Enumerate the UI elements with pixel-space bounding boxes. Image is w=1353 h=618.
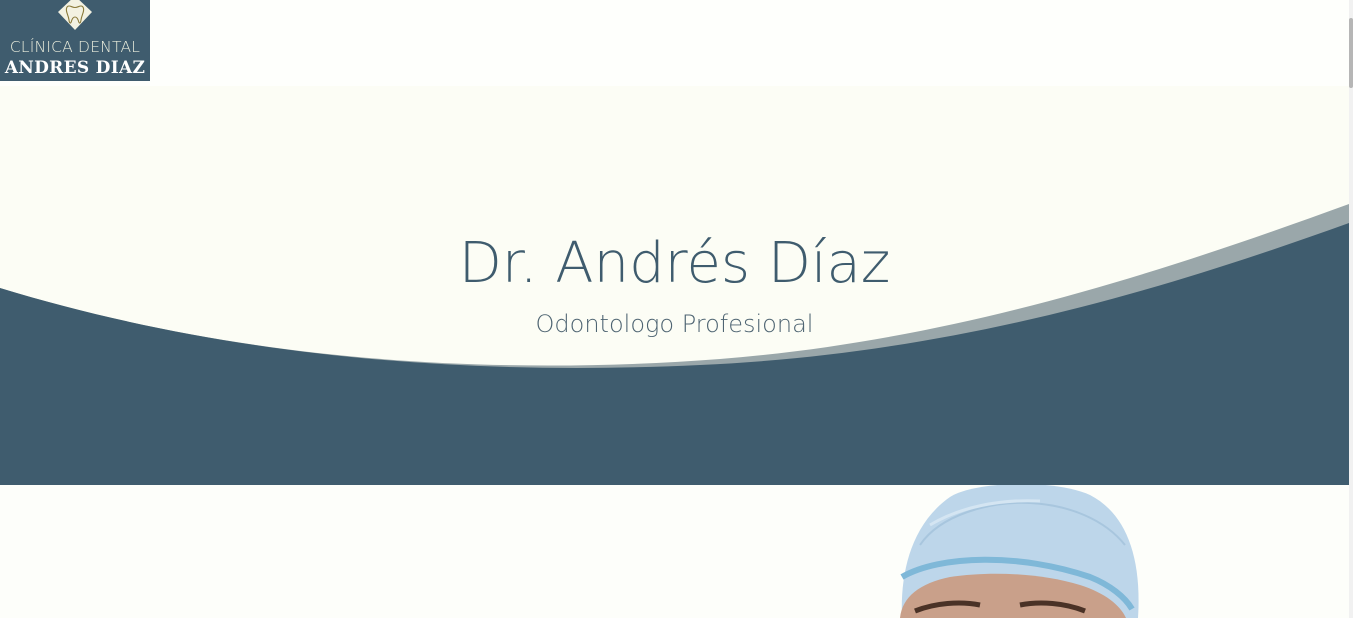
scrollbar-thumb[interactable] bbox=[1349, 18, 1353, 88]
hero-section: Dr. Andrés Díaz Odontologo Profesional bbox=[0, 86, 1349, 485]
page: CLÍNICA DENTAL ANDRES DIAZ Dr. Andrés Dí… bbox=[0, 0, 1353, 618]
logo-text-line1: CLÍNICA DENTAL bbox=[9, 38, 141, 56]
clinic-logo[interactable]: CLÍNICA DENTAL ANDRES DIAZ bbox=[0, 0, 150, 81]
site-header: CLÍNICA DENTAL ANDRES DIAZ bbox=[0, 0, 1349, 86]
doctor-photo bbox=[900, 485, 1139, 618]
logo-text-line2: ANDRES DIAZ bbox=[4, 58, 146, 78]
page-subtitle: Odontologo Profesional bbox=[535, 310, 814, 338]
tooth-icon bbox=[58, 0, 92, 30]
page-title: Dr. Andrés Díaz bbox=[458, 231, 891, 296]
page-scrollbar[interactable] bbox=[1349, 0, 1353, 618]
about-section bbox=[0, 485, 1349, 618]
